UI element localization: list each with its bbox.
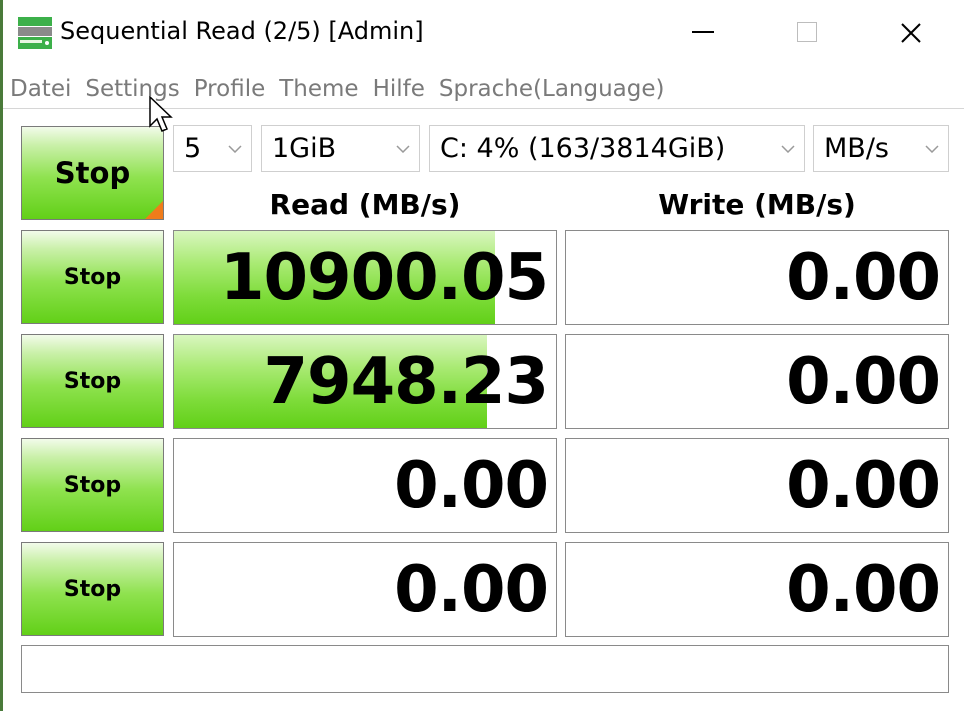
write-column-header: Write (MB/s) bbox=[658, 188, 856, 221]
window-title: Sequential Read (2/5) [Admin] bbox=[60, 17, 424, 45]
write-result-row-1: 0.00 bbox=[565, 230, 949, 325]
write-value: 0.00 bbox=[786, 240, 941, 315]
chevron-down-icon bbox=[387, 126, 419, 171]
unit-value: MB/s bbox=[824, 133, 889, 164]
corner-flag-icon bbox=[145, 201, 163, 219]
menu-language[interactable]: Sprache(Language) bbox=[439, 76, 665, 102]
menu-datei[interactable]: Datei bbox=[10, 76, 71, 102]
test-row-4-stop-label: Stop bbox=[63, 576, 122, 602]
crystaldiskmark-drive-icon bbox=[18, 17, 52, 49]
read-result-row-4: 0.00 bbox=[173, 542, 557, 637]
test-count-value: 5 bbox=[184, 133, 202, 164]
write-value: 0.00 bbox=[786, 552, 941, 627]
write-result-row-2: 0.00 bbox=[565, 334, 949, 429]
drive-value: C: 4% (163/3814GiB) bbox=[440, 133, 726, 164]
read-result-row-3: 0.00 bbox=[173, 438, 557, 533]
app-window: Sequential Read (2/5) [Admin] Datei Sett… bbox=[0, 0, 964, 711]
chevron-down-icon bbox=[772, 126, 804, 171]
read-column-header: Read (MB/s) bbox=[269, 188, 461, 221]
test-count-select[interactable]: 5 bbox=[173, 125, 252, 172]
test-row-3-stop-button[interactable]: Stop bbox=[21, 438, 164, 532]
test-row-2-stop-label: Stop bbox=[63, 368, 122, 394]
chevron-down-icon bbox=[219, 126, 251, 171]
comment-field[interactable] bbox=[21, 645, 949, 693]
maximize-icon bbox=[797, 22, 817, 42]
unit-select[interactable]: MB/s bbox=[813, 125, 949, 172]
menu-hilfe[interactable]: Hilfe bbox=[373, 76, 425, 102]
read-value: 7948.23 bbox=[263, 344, 549, 419]
chevron-down-icon bbox=[916, 126, 948, 171]
read-value: 0.00 bbox=[394, 552, 549, 627]
close-button[interactable] bbox=[863, 0, 959, 66]
write-result-row-3: 0.00 bbox=[565, 438, 949, 533]
test-size-value: 1GiB bbox=[272, 133, 337, 164]
maximize-button[interactable] bbox=[759, 0, 855, 66]
write-value: 0.00 bbox=[786, 344, 941, 419]
test-row-1-stop-button[interactable]: Stop bbox=[21, 230, 164, 324]
menu-divider bbox=[3, 108, 964, 109]
menu-profile[interactable]: Profile bbox=[194, 76, 266, 102]
read-result-row-2: 7948.23 bbox=[173, 334, 557, 429]
test-row-3-stop-label: Stop bbox=[63, 472, 122, 498]
write-value: 0.00 bbox=[786, 448, 941, 523]
title-bar[interactable]: Sequential Read (2/5) [Admin] bbox=[3, 0, 964, 66]
menu-bar: Datei Settings Profile Theme Hilfe Sprac… bbox=[3, 70, 678, 108]
read-value: 10900.05 bbox=[219, 240, 549, 315]
mouse-cursor-icon bbox=[149, 96, 173, 132]
read-result-row-1: 10900.05 bbox=[173, 230, 557, 325]
close-icon bbox=[901, 23, 921, 43]
test-row-4-stop-button[interactable]: Stop bbox=[21, 542, 164, 636]
menu-theme[interactable]: Theme bbox=[279, 76, 358, 102]
test-size-select[interactable]: 1GiB bbox=[261, 125, 420, 172]
all-tests-stop-button[interactable]: Stop bbox=[21, 126, 164, 220]
drive-select[interactable]: C: 4% (163/3814GiB) bbox=[429, 125, 805, 172]
minimize-button[interactable] bbox=[655, 0, 751, 66]
test-row-1-stop-label: Stop bbox=[63, 264, 122, 290]
write-result-row-4: 0.00 bbox=[565, 542, 949, 637]
read-value: 0.00 bbox=[394, 448, 549, 523]
minimize-icon bbox=[692, 31, 714, 33]
all-tests-stop-label: Stop bbox=[54, 156, 131, 190]
test-row-2-stop-button[interactable]: Stop bbox=[21, 334, 164, 428]
